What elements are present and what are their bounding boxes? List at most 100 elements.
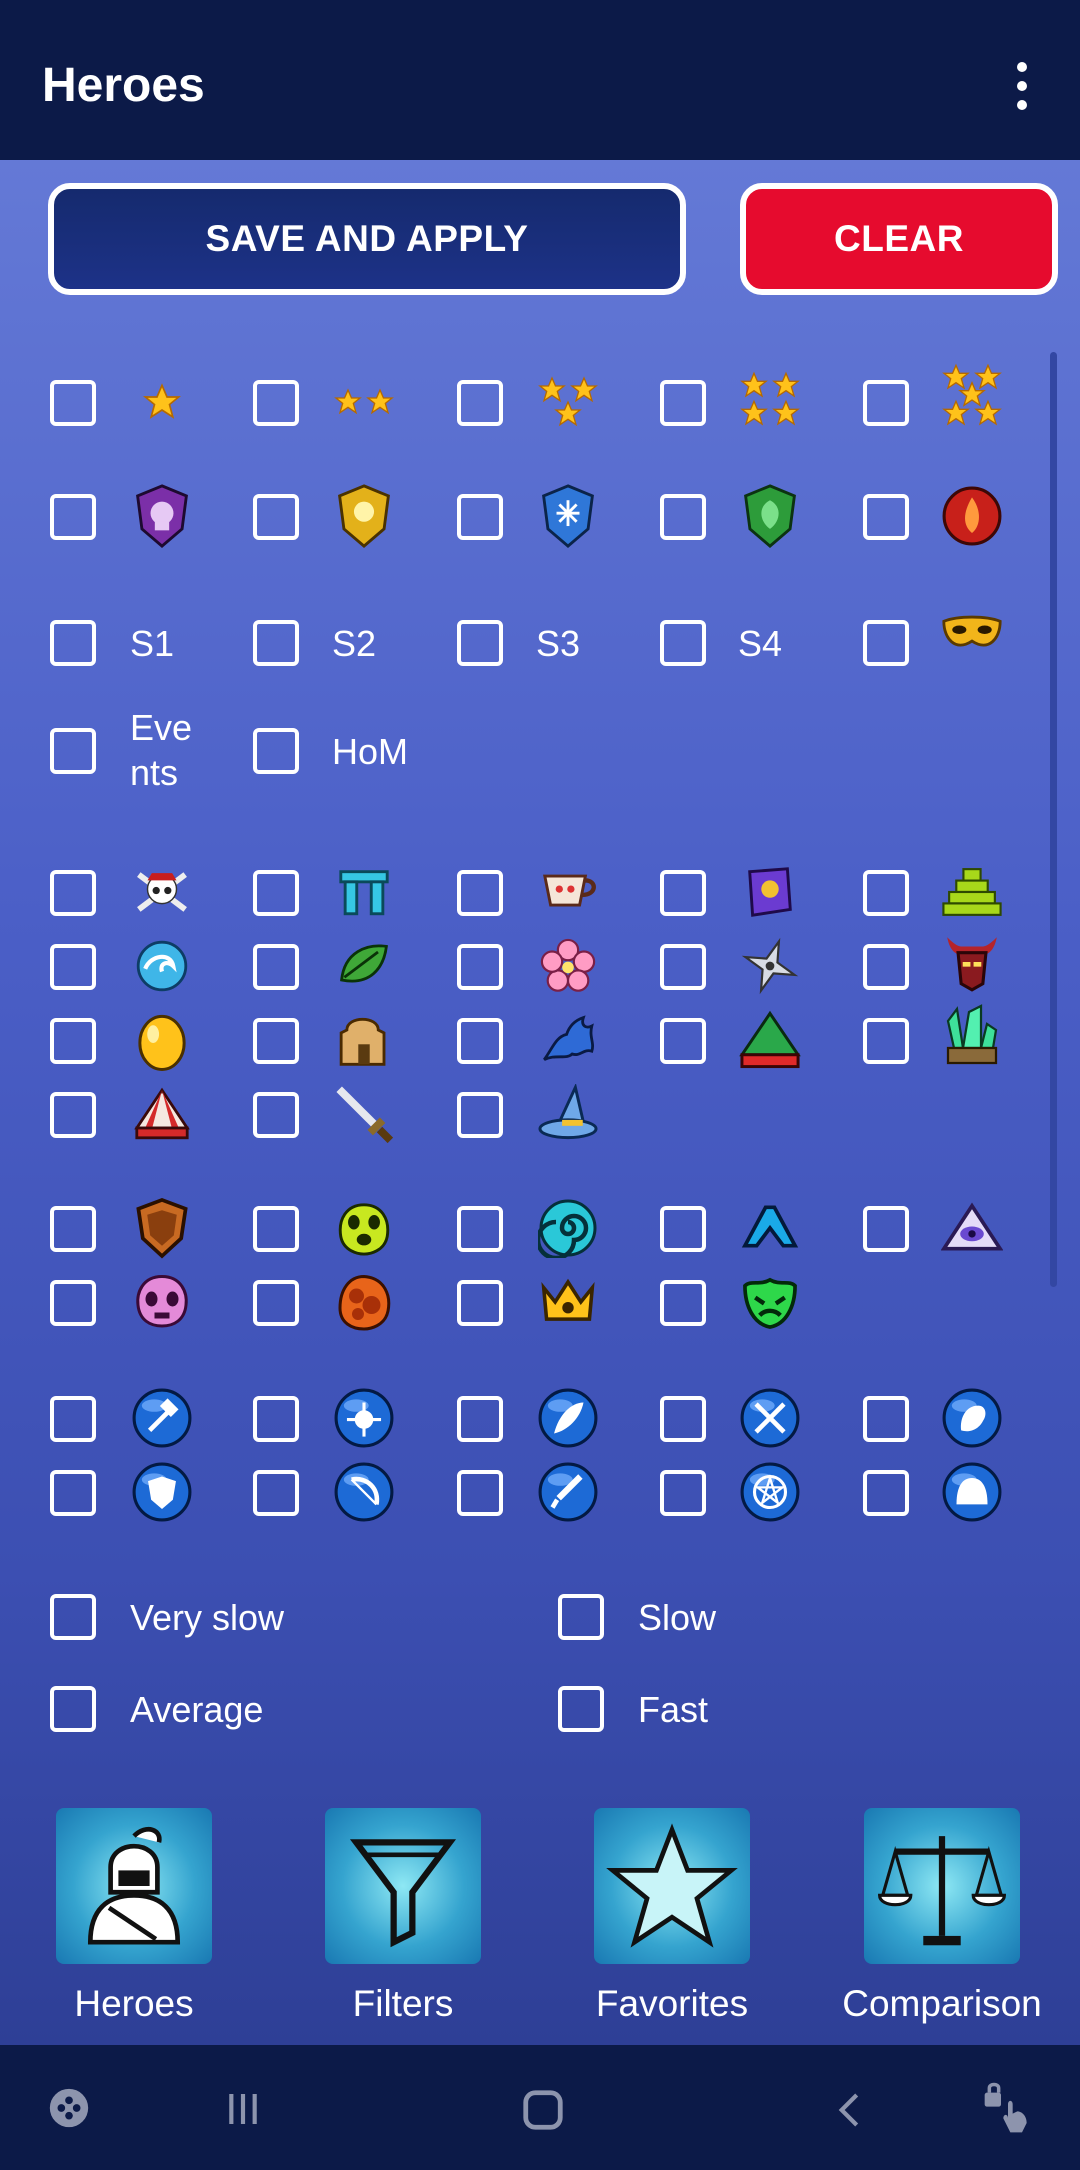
checkbox-skill-bow[interactable]: [253, 1470, 299, 1516]
system-nav-bar: [0, 2045, 1080, 2170]
checkbox-skill-crossed-swords[interactable]: [660, 1396, 706, 1442]
checkbox-3-star[interactable]: [457, 380, 503, 426]
checkbox-skill-dagger[interactable]: [457, 1470, 503, 1516]
sword-icon: [332, 1082, 396, 1146]
checkbox-5-star[interactable]: [863, 380, 909, 426]
knight-icon: [87, 1826, 181, 1945]
checkbox-class-sorcerer[interactable]: [457, 1206, 503, 1252]
checkbox-family-tent[interactable]: [660, 1018, 706, 1064]
crossed-swords-skill-icon: [738, 1386, 802, 1450]
recents-icon[interactable]: [222, 2089, 264, 2134]
checkbox-class-druid[interactable]: [253, 1206, 299, 1252]
checkbox-s3[interactable]: [457, 620, 503, 666]
checkbox-skill-bomb[interactable]: [253, 1396, 299, 1442]
season-label-s1: S1: [130, 623, 175, 664]
checkbox-family-stonehenge[interactable]: [253, 870, 299, 916]
pentagram-skill-icon: [738, 1460, 802, 1524]
checkbox-family-sword[interactable]: [253, 1092, 299, 1138]
leaf-icon: [332, 934, 396, 998]
checkbox-mask[interactable]: [863, 620, 909, 666]
tab-heroes[interactable]: [56, 1808, 212, 1964]
bat-icon: [536, 1008, 600, 1072]
game-launcher-icon[interactable]: [46, 2085, 92, 2136]
checkbox-dark[interactable]: [50, 494, 96, 540]
checkbox-family-wizard-hat[interactable]: [457, 1092, 503, 1138]
checkbox-class-monk[interactable]: [863, 1206, 909, 1252]
fighter-class-icon: [738, 1196, 802, 1260]
tab-label-heroes: Heroes: [74, 1983, 194, 2024]
checkbox-1-star[interactable]: [50, 380, 96, 426]
origin-label-events: Events: [130, 707, 193, 793]
checkbox-events[interactable]: [50, 728, 96, 774]
checkbox-family-flower[interactable]: [457, 944, 503, 990]
checkbox-skill-pentagram[interactable]: [660, 1470, 706, 1516]
clear-button[interactable]: CLEAR: [740, 183, 1058, 295]
bow-skill-icon: [332, 1460, 396, 1524]
checkbox-hom[interactable]: [253, 728, 299, 774]
necro-class-icon: [130, 1270, 194, 1334]
grimoire-icon: [738, 860, 802, 924]
checkbox-family-circus[interactable]: [50, 1092, 96, 1138]
app-bar: Heroes: [0, 0, 1080, 160]
checkbox-speed-average[interactable]: [50, 1686, 96, 1732]
checkbox-skill-helmet[interactable]: [863, 1470, 909, 1516]
holy-shield-icon: [332, 484, 396, 549]
speed-label-slow: Slow: [638, 1597, 717, 1638]
checkbox-speed-slow[interactable]: [558, 1594, 604, 1640]
checkbox-skill-feather[interactable]: [457, 1396, 503, 1442]
checkbox-family-grimoire[interactable]: [660, 870, 706, 916]
checkbox-holy[interactable]: [253, 494, 299, 540]
more-vert-icon[interactable]: [1010, 62, 1034, 110]
checkbox-family-castle[interactable]: [253, 1018, 299, 1064]
checkbox-class-necro[interactable]: [50, 1280, 96, 1326]
checkbox-family-demon[interactable]: [863, 944, 909, 990]
checkbox-family-egg[interactable]: [50, 1018, 96, 1064]
checkbox-s4[interactable]: [660, 620, 706, 666]
fire-shield-icon: [940, 484, 1004, 548]
checkbox-family-crystal[interactable]: [863, 1018, 909, 1064]
tab-favorites[interactable]: [594, 1808, 750, 1964]
checkbox-s1[interactable]: [50, 620, 96, 666]
tab-filters[interactable]: [325, 1808, 481, 1964]
druid-class-icon: [332, 1196, 396, 1260]
checkbox-skill-shield[interactable]: [50, 1470, 96, 1516]
pyramid-icon: [940, 860, 1004, 924]
checkbox-class-paladin[interactable]: [50, 1206, 96, 1252]
origin-label-hom: HoM: [332, 731, 409, 772]
home-icon[interactable]: [520, 2087, 566, 2138]
checkbox-family-wave[interactable]: [50, 944, 96, 990]
checkbox-family-leaf[interactable]: [253, 944, 299, 990]
checkbox-skill-hand[interactable]: [863, 1396, 909, 1442]
tab-label-comparison: Comparison: [842, 1983, 1042, 2024]
checkbox-speed-fast[interactable]: [558, 1686, 604, 1732]
checkbox-ice[interactable]: [457, 494, 503, 540]
checkbox-family-pyramid[interactable]: [863, 870, 909, 916]
tent-icon: [738, 1008, 802, 1072]
checkbox-class-cleric[interactable]: [660, 1280, 706, 1326]
checkbox-skill-hammer[interactable]: [50, 1396, 96, 1442]
1-star-icon: [130, 370, 194, 434]
checkbox-class-rogue[interactable]: [253, 1280, 299, 1326]
checkbox-fire[interactable]: [863, 494, 909, 540]
checkbox-class-fighter[interactable]: [660, 1206, 706, 1252]
checkbox-2-star[interactable]: [253, 380, 299, 426]
checkbox-family-pirate[interactable]: [50, 870, 96, 916]
pirate-icon: [130, 860, 194, 924]
checkbox-family-teacup[interactable]: [457, 870, 503, 916]
checkbox-family-shuriken[interactable]: [660, 944, 706, 990]
flower-icon: [536, 934, 600, 998]
back-icon[interactable]: [830, 2087, 870, 2138]
save-and-apply-button[interactable]: SAVE AND APPLY: [48, 183, 686, 295]
scrollbar[interactable]: [1050, 352, 1057, 1287]
checkbox-class-barbarian[interactable]: [457, 1280, 503, 1326]
checkbox-s2[interactable]: [253, 620, 299, 666]
checkbox-nature[interactable]: [660, 494, 706, 540]
wizard-hat-icon: [536, 1082, 600, 1146]
castle-icon: [332, 1008, 396, 1072]
monk-class-icon: [940, 1196, 1004, 1260]
checkbox-speed-very-slow[interactable]: [50, 1594, 96, 1640]
accessibility-icon[interactable]: [980, 2081, 1036, 2142]
checkbox-family-bat[interactable]: [457, 1018, 503, 1064]
checkbox-4-star[interactable]: [660, 380, 706, 426]
tab-comparison[interactable]: [864, 1808, 1020, 1964]
